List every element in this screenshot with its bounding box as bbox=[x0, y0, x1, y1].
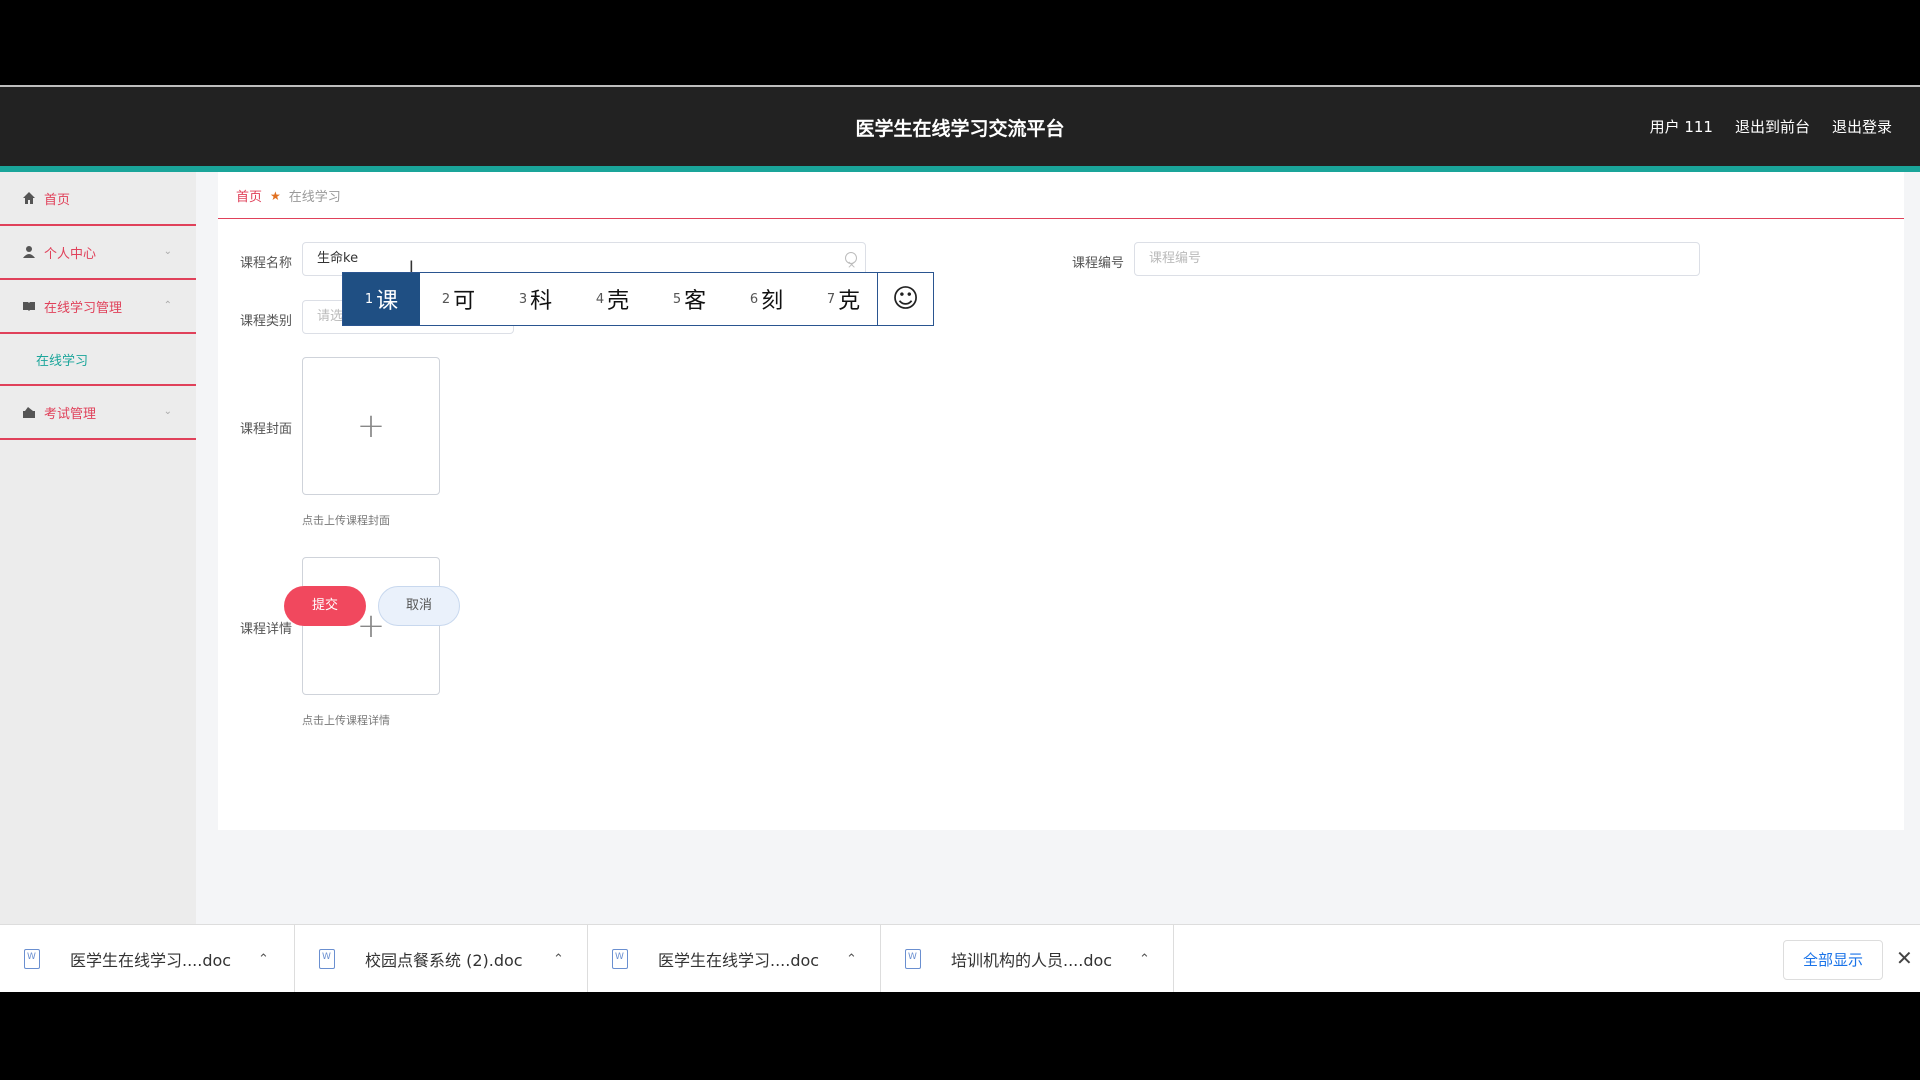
letterbox-bottom bbox=[0, 992, 1920, 1080]
app-header: 医学生在线学习交流平台 用户 111 退出到前台 退出登录 bbox=[0, 87, 1920, 172]
cover-upload[interactable]: + bbox=[302, 357, 440, 495]
sidebar-subitem-label: 在线学习 bbox=[36, 353, 89, 369]
candidate-char: 课 bbox=[376, 289, 399, 314]
course-no-placeholder: 课程编号 bbox=[1149, 251, 1202, 266]
course-name-label: 课程名称 bbox=[240, 256, 293, 271]
candidate-number: 1 bbox=[364, 291, 374, 307]
download-filename: 医学生在线学习....doc bbox=[70, 951, 232, 970]
word-doc-icon bbox=[319, 949, 335, 969]
word-doc-icon bbox=[905, 949, 921, 969]
download-item[interactable]: 医学生在线学习....doc ⌃ bbox=[588, 925, 881, 993]
show-all-button[interactable]: 全部显示 bbox=[1783, 940, 1883, 980]
chevron-down-icon: ⌄ bbox=[163, 406, 172, 417]
download-item[interactable]: 医学生在线学习....doc ⌃ bbox=[0, 925, 295, 993]
sidebar-item-label: 首页 bbox=[44, 192, 71, 208]
candidate-number: 6 bbox=[749, 291, 759, 307]
breadcrumb-current: 在线学习 bbox=[288, 190, 341, 205]
star-icon: ★ bbox=[270, 188, 281, 203]
sidebar-item-profile[interactable]: 个人中心 ⌄ bbox=[0, 226, 196, 280]
course-type-label: 课程类别 bbox=[240, 314, 293, 329]
candidate-number: 4 bbox=[595, 291, 605, 307]
course-no-input[interactable]: 课程编号 bbox=[1134, 242, 1700, 276]
sidebar-item-home[interactable]: 首页 bbox=[0, 172, 196, 226]
chevron-up-icon: ⌃ bbox=[163, 300, 172, 311]
app-title: 医学生在线学习交流平台 bbox=[855, 118, 1065, 140]
candidate-char: 可 bbox=[453, 289, 476, 314]
submit-button[interactable]: 提交 bbox=[284, 586, 366, 626]
candidate-char: 客 bbox=[684, 289, 707, 314]
sidebar-item-online-learning-mgmt[interactable]: 在线学习管理 ⌃ bbox=[0, 280, 196, 334]
breadcrumb-home[interactable]: 首页 bbox=[236, 186, 262, 205]
plus-icon: + bbox=[356, 406, 386, 446]
ime-candidate-window: 1课 2可 3科 4壳 5客 6刻 7克 ☺ bbox=[342, 272, 934, 326]
download-item[interactable]: 校园点餐系统 (2).doc ⌃ bbox=[295, 925, 588, 993]
form-card: 首页 ★ 在线学习 课程名称 生命ke 课程编号 课程编号 课程类别 请选 课程… bbox=[218, 172, 1904, 830]
detail-label: 课程详情 bbox=[240, 622, 293, 637]
candidate-number: 7 bbox=[826, 291, 836, 307]
plus-icon: + bbox=[356, 606, 386, 646]
download-bar: 医学生在线学习....doc ⌃ 校园点餐系统 (2).doc ⌃ 医学生在线学… bbox=[0, 924, 1920, 993]
cover-label: 课程封面 bbox=[240, 422, 293, 437]
candidate-char: 壳 bbox=[607, 289, 630, 314]
candidate-number: 2 bbox=[441, 291, 451, 307]
breadcrumb-divider bbox=[218, 218, 1904, 219]
course-name-value: 生命ke bbox=[317, 251, 359, 266]
candidate-number: 5 bbox=[672, 291, 682, 307]
cover-hint: 点击上传课程封面 bbox=[302, 514, 390, 527]
logout-link[interactable]: 退出登录 bbox=[1832, 116, 1892, 137]
chevron-down-icon: ⌄ bbox=[163, 246, 172, 257]
user-icon bbox=[22, 245, 36, 259]
ime-candidate[interactable]: 4壳 bbox=[574, 273, 651, 325]
ime-candidate[interactable]: 5客 bbox=[651, 273, 728, 325]
breadcrumb: 首页 ★ 在线学习 bbox=[236, 186, 341, 206]
ime-candidate[interactable]: 7克 bbox=[805, 273, 882, 325]
clear-icon[interactable] bbox=[845, 249, 857, 281]
sidebar-subitem-online-learning[interactable]: 在线学习 bbox=[0, 334, 196, 386]
ime-candidate[interactable]: 2可 bbox=[420, 273, 497, 325]
course-no-label: 课程编号 bbox=[1072, 256, 1125, 271]
ime-candidate[interactable]: 3科 bbox=[497, 273, 574, 325]
back-to-front-link[interactable]: 退出到前台 bbox=[1735, 116, 1810, 137]
course-name-input[interactable]: 生命ke bbox=[302, 242, 866, 281]
sidebar-item-label: 在线学习管理 bbox=[44, 300, 123, 316]
ime-candidate[interactable]: 1课 bbox=[343, 273, 420, 325]
word-doc-icon bbox=[24, 949, 40, 969]
candidate-number: 3 bbox=[518, 291, 528, 307]
chevron-up-icon[interactable]: ⌃ bbox=[846, 952, 857, 967]
sidebar: 首页 个人中心 ⌄ 在线学习管理 ⌃ 在线学习 考试管理 ⌄ bbox=[0, 172, 196, 924]
download-filename: 医学生在线学习....doc bbox=[658, 951, 820, 970]
sidebar-item-label: 考试管理 bbox=[44, 406, 97, 422]
user-label[interactable]: 用户 111 bbox=[1650, 116, 1713, 137]
sidebar-item-exam-mgmt[interactable]: 考试管理 ⌄ bbox=[0, 386, 196, 440]
book-icon bbox=[22, 299, 36, 313]
sidebar-item-label: 个人中心 bbox=[44, 246, 97, 262]
download-item[interactable]: 培训机构的人员....doc ⌃ bbox=[881, 925, 1174, 993]
detail-upload[interactable]: + bbox=[302, 557, 440, 695]
ime-candidate[interactable]: 6刻 bbox=[728, 273, 805, 325]
candidate-char: 克 bbox=[838, 289, 861, 314]
emoji-icon[interactable]: ☺ bbox=[877, 273, 933, 325]
home-icon bbox=[22, 191, 36, 205]
header-actions: 用户 111 退出到前台 退出登录 bbox=[1650, 116, 1892, 137]
chevron-up-icon[interactable]: ⌃ bbox=[1139, 952, 1150, 967]
download-filename: 校园点餐系统 (2).doc bbox=[365, 951, 523, 970]
exam-icon bbox=[22, 405, 36, 419]
chevron-up-icon[interactable]: ⌃ bbox=[258, 952, 269, 967]
candidate-char: 刻 bbox=[761, 289, 784, 314]
close-icon[interactable]: ✕ bbox=[1896, 946, 1913, 970]
chevron-up-icon[interactable]: ⌃ bbox=[553, 952, 564, 967]
detail-hint: 点击上传课程详情 bbox=[302, 714, 390, 727]
cancel-button[interactable]: 取消 bbox=[378, 586, 460, 626]
course-type-placeholder: 请选 bbox=[317, 309, 344, 324]
letterbox-top bbox=[0, 0, 1920, 86]
download-filename: 培训机构的人员....doc bbox=[951, 951, 1113, 970]
word-doc-icon bbox=[612, 949, 628, 969]
candidate-char: 科 bbox=[530, 289, 553, 314]
